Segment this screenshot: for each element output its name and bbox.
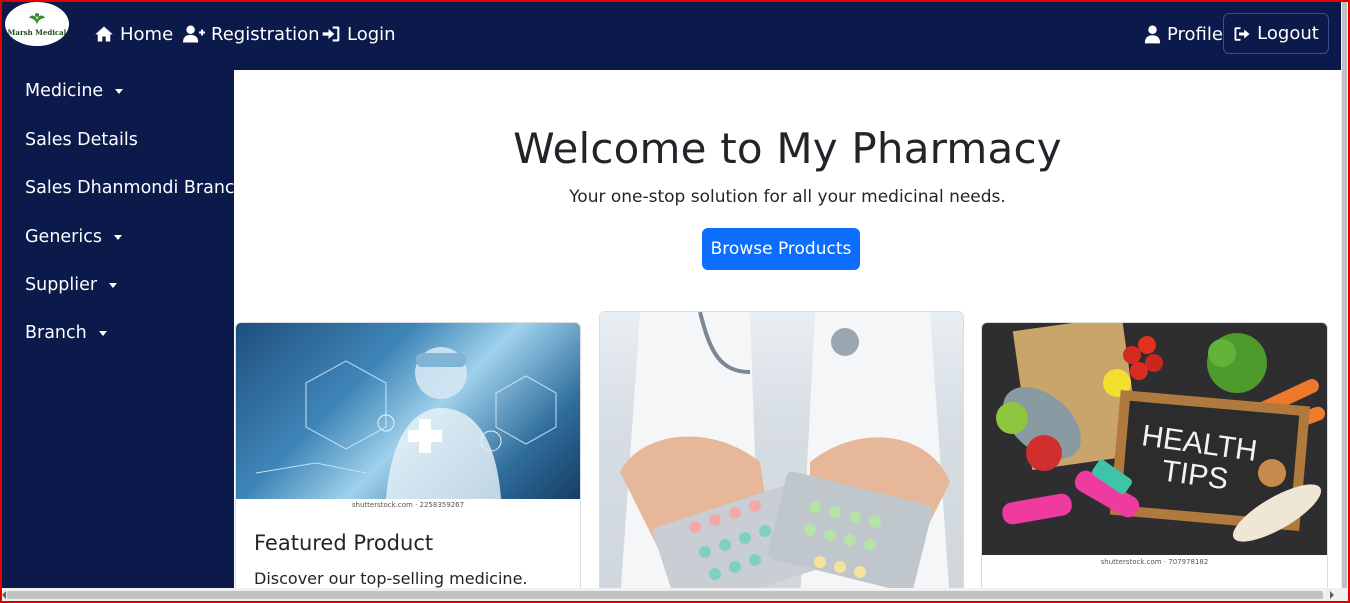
pills-card bbox=[599, 311, 964, 601]
nav-registration-label: Registration bbox=[211, 23, 320, 45]
top-navbar: Marsh Medical Home Registration Login Pr… bbox=[2, 2, 1341, 70]
sign-out-icon bbox=[1234, 26, 1250, 41]
sidebar-item-label: Sales Dhanmondi Branch bbox=[25, 178, 246, 198]
sidebar-item-branch[interactable]: Branch bbox=[25, 323, 107, 343]
caret-down-icon bbox=[115, 88, 124, 94]
sidebar-item-generics[interactable]: Generics bbox=[25, 227, 122, 247]
user-plus-icon bbox=[183, 25, 205, 43]
sidebar-item-label: Branch bbox=[25, 323, 87, 343]
horizontal-scrollbar[interactable] bbox=[2, 588, 1348, 601]
logout-label: Logout bbox=[1257, 23, 1319, 44]
scroll-right-icon[interactable] bbox=[1330, 591, 1334, 599]
caret-down-icon bbox=[98, 330, 107, 336]
nav-registration-link[interactable]: Registration bbox=[183, 22, 320, 46]
sidebar-item-sales-dhanmondi-branch[interactable]: Sales Dhanmondi Branch bbox=[25, 178, 246, 198]
scroll-left-icon[interactable] bbox=[2, 591, 6, 599]
sidebar: Medicine Sales Details Sales Dhanmondi B… bbox=[2, 70, 246, 588]
sidebar-item-label: Medicine bbox=[25, 81, 104, 101]
card-title: Featured Product bbox=[254, 531, 434, 555]
hands-holding-pill-blisters-image bbox=[600, 312, 963, 600]
browse-products-button[interactable]: Browse Products bbox=[702, 228, 860, 270]
nav-login-link[interactable]: Login bbox=[321, 22, 396, 46]
sidebar-item-label: Sales Details bbox=[25, 130, 138, 150]
nav-profile-link[interactable]: Profile bbox=[1144, 22, 1223, 46]
nav-login-label: Login bbox=[347, 23, 396, 45]
health-tips-food-image: HEALTHTIPS bbox=[982, 323, 1327, 555]
page-subtitle: Your one-stop solution for all your medi… bbox=[569, 187, 1006, 207]
page-title: Welcome to My Pharmacy bbox=[513, 124, 1062, 173]
user-icon bbox=[1144, 25, 1161, 44]
caret-down-icon bbox=[113, 234, 122, 240]
brand-logo[interactable]: Marsh Medical bbox=[5, 2, 69, 46]
sidebar-item-label: Supplier bbox=[25, 275, 98, 295]
featured-product-card: shutterstock.com · 2258359267 Featured P… bbox=[235, 322, 581, 602]
home-icon bbox=[95, 26, 113, 42]
doctor-digital-health-image bbox=[236, 323, 580, 499]
nav-home-label: Home bbox=[120, 23, 174, 45]
card-text: Discover our top-selling medicine. bbox=[254, 569, 528, 588]
health-tips-card: HEALTHTIPS shutterstock.com · 707978182 bbox=[981, 322, 1328, 602]
leaf-icon bbox=[29, 12, 45, 26]
image-caption: shutterstock.com · 2258359267 bbox=[351, 501, 465, 509]
sidebar-item-sales-details[interactable]: Sales Details bbox=[25, 130, 138, 150]
logout-button[interactable]: Logout bbox=[1223, 13, 1329, 54]
sidebar-item-label: Generics bbox=[25, 227, 102, 247]
caret-down-icon bbox=[109, 282, 118, 288]
nav-profile-label: Profile bbox=[1167, 23, 1223, 45]
image-caption: shutterstock.com · 707978182 bbox=[1100, 558, 1209, 566]
vertical-scroll-thumb[interactable] bbox=[1342, 2, 1347, 588]
nav-home-link[interactable]: Home bbox=[94, 22, 173, 46]
sidebar-item-supplier[interactable]: Supplier bbox=[25, 275, 118, 295]
sign-in-icon bbox=[322, 26, 340, 42]
logo-text: Marsh Medical bbox=[7, 27, 67, 37]
vertical-scrollbar[interactable] bbox=[1341, 2, 1348, 588]
sidebar-item-medicine[interactable]: Medicine bbox=[25, 81, 124, 101]
horizontal-scroll-thumb[interactable] bbox=[7, 591, 1323, 599]
